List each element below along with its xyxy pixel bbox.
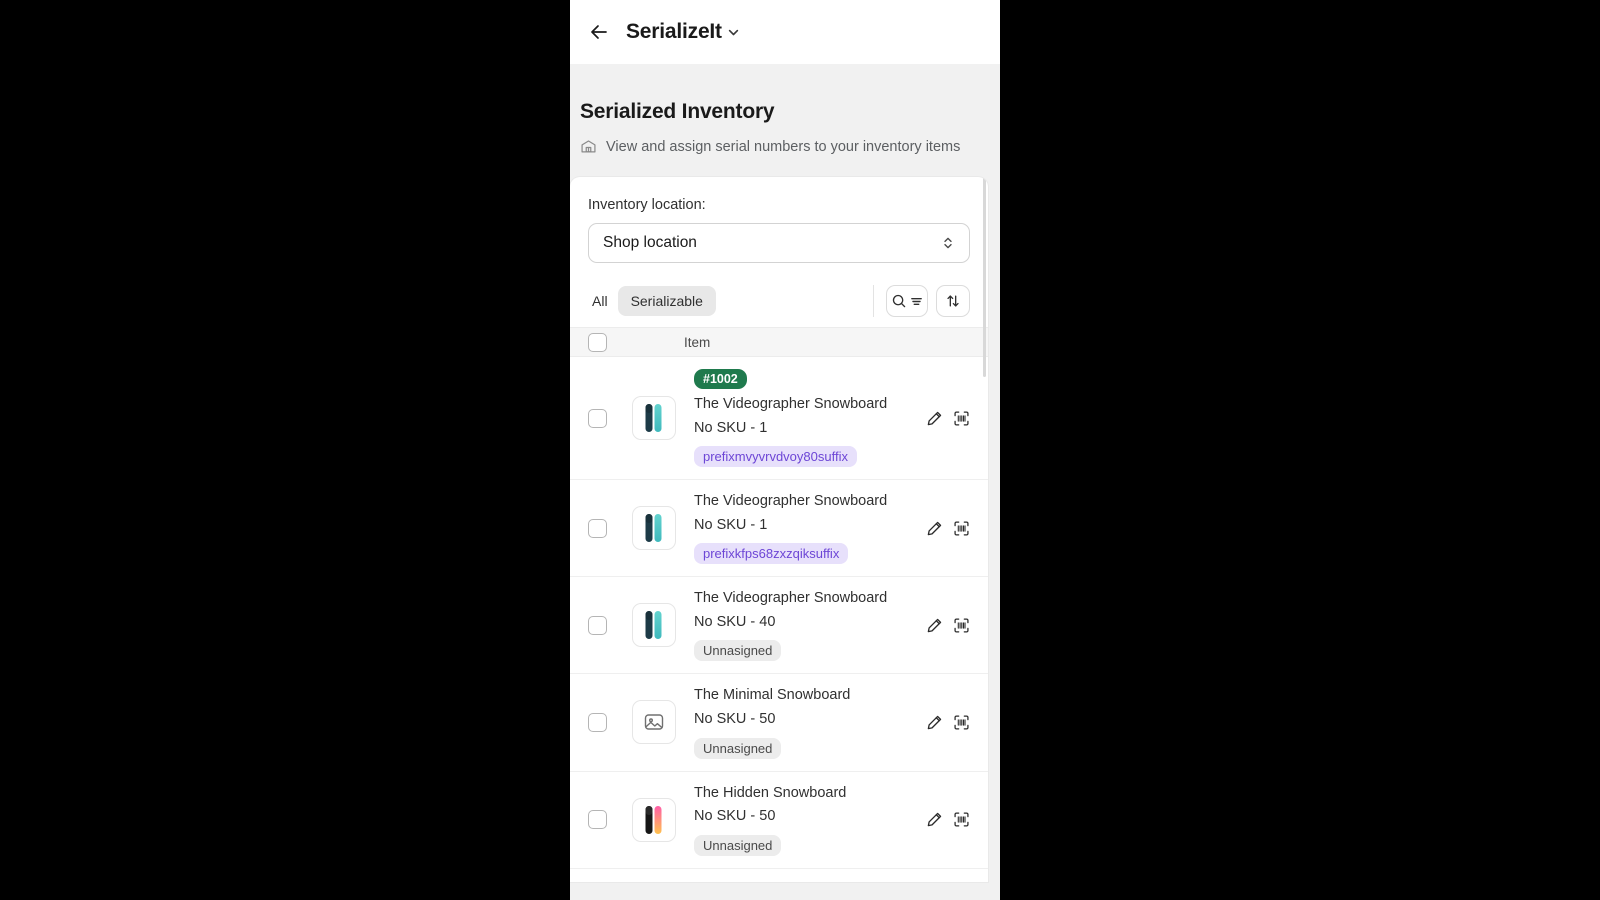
order-badge: #1002 — [694, 369, 747, 389]
list-scrollbar-track[interactable] — [982, 177, 987, 882]
item-name: The Minimal Snowboard — [694, 687, 851, 704]
barcode-scan-icon[interactable] — [952, 409, 970, 427]
item-sku: No SKU - 1 — [694, 419, 768, 436]
chevron-down-icon — [727, 26, 740, 39]
pencil-icon[interactable] — [925, 409, 943, 427]
item-sku: No SKU - 1 — [694, 516, 768, 533]
row-checkbox[interactable] — [588, 408, 607, 428]
snowboard-teal-thumbnail — [632, 603, 676, 648]
table-row[interactable]: The Minimal Snowboard No SKU - 50 Unnasign… — [570, 674, 988, 772]
list-scrollbar-thumb[interactable] — [982, 177, 986, 377]
inventory-list: #1002 The Videographer Snowboard No SKU - … — [570, 357, 988, 882]
unassigned-chip: Unnasigned — [694, 737, 782, 759]
toolbar-icon-buttons — [873, 285, 970, 317]
top-app-bar: SerializeIt — [570, 0, 1000, 64]
item-sku: No SKU - 40 — [694, 613, 776, 630]
row-actions — [925, 713, 970, 731]
page-subtitle: View and assign serial numbers to your i… — [606, 138, 961, 155]
row-content: The Videographer Snowboard No SKU - 40 Unn… — [694, 589, 915, 662]
unassigned-chip: Unnasigned — [694, 834, 782, 856]
row-content: The Minimal Snowboard No SKU - 50 Unnasign… — [694, 686, 915, 759]
barcode-scan-icon[interactable] — [952, 811, 970, 829]
location-label: Inventory location: — [588, 197, 706, 213]
sort-button[interactable] — [936, 285, 970, 317]
image-placeholder-thumbnail — [632, 700, 676, 745]
row-checkbox[interactable] — [588, 518, 607, 538]
table-row[interactable]: #1002 The Videographer Snowboard No SKU - … — [570, 357, 988, 481]
row-content: #1002 The Videographer Snowboard No SKU - … — [694, 369, 915, 468]
barcode-scan-icon[interactable] — [952, 713, 970, 731]
filter-tab-serializable[interactable]: Serializable — [617, 286, 716, 316]
row-actions — [925, 811, 970, 829]
filter-tab-all[interactable]: All — [588, 286, 612, 316]
inventory-card: Inventory location: Shop location All Se… — [570, 177, 988, 882]
pencil-icon[interactable] — [925, 616, 943, 634]
filter-toolbar: All Serializable — [588, 285, 970, 327]
location-selected-value: Shop location — [603, 234, 697, 251]
app-title-menu[interactable]: SerializeIt — [626, 20, 740, 44]
list-header-row: Item — [570, 327, 988, 357]
snowboard-rainbow-thumbnail — [632, 797, 676, 842]
barcode-scan-icon[interactable] — [952, 616, 970, 634]
item-name: The Videographer Snowboard — [694, 396, 888, 412]
app-title: SerializeIt — [626, 20, 722, 43]
barcode-scan-icon[interactable] — [952, 519, 970, 537]
warehouse-icon — [580, 138, 597, 155]
filter-tabs: All Serializable — [588, 286, 873, 316]
row-content: The Hidden Snowboard No SKU - 50 Unnasigne… — [694, 784, 915, 856]
item-name: The Videographer Snowboard — [694, 493, 888, 510]
select-updown-icon — [941, 234, 955, 252]
pencil-icon[interactable] — [925, 519, 943, 537]
row-checkbox[interactable] — [588, 810, 607, 830]
table-row[interactable]: The Videographer Snowboard No SKU - 1 pref… — [570, 480, 988, 578]
snowboard-teal-thumbnail — [632, 396, 676, 441]
screen: SerializeIt Serialized Inventory View an… — [0, 0, 1600, 900]
page-heading-band: Serialized Inventory View and assign ser… — [570, 64, 1000, 177]
serial-number-chip: prefixkfps68zxzqiksuffix — [694, 543, 849, 565]
row-actions — [925, 519, 970, 537]
search-filter-button[interactable] — [886, 285, 928, 317]
snowboard-teal-thumbnail — [632, 506, 676, 551]
row-checkbox[interactable] — [588, 712, 607, 732]
sort-arrows-icon — [947, 295, 959, 307]
select-all-checkbox[interactable] — [588, 332, 607, 352]
column-header-item: Item — [684, 334, 711, 350]
item-name: The Videographer Snowboard — [694, 590, 888, 607]
table-row[interactable]: The Videographer Snowboard No SKU - 40 Unn… — [570, 577, 988, 675]
unassigned-chip: Unnasigned — [694, 640, 782, 662]
table-row[interactable]: The Hidden Snowboard No SKU - 50 Unnasigne… — [570, 772, 988, 869]
pencil-icon[interactable] — [925, 713, 943, 731]
item-sku: No SKU - 50 — [694, 808, 776, 825]
row-checkbox[interactable] — [588, 615, 607, 635]
page-title: Serialized Inventory — [580, 100, 775, 123]
item-sku: No SKU - 50 — [694, 710, 776, 727]
serial-number-chip: prefixmvyvrvdvoy80suffix — [694, 446, 857, 468]
app-frame: SerializeIt Serialized Inventory View an… — [570, 0, 1000, 900]
inventory-location-select[interactable]: Shop location — [588, 223, 970, 263]
filter-lines-icon — [911, 297, 922, 305]
row-actions — [925, 409, 970, 427]
back-button[interactable] — [588, 21, 610, 43]
table-row[interactable]: The Draft SnowboardNo SKU - 20 — [570, 869, 988, 882]
row-content: The Videographer Snowboard No SKU - 1 pref… — [694, 492, 915, 565]
pencil-icon[interactable] — [925, 811, 943, 829]
row-actions — [925, 616, 970, 634]
search-icon — [892, 294, 906, 308]
item-name: The Hidden Snowboard — [694, 784, 847, 801]
page-subtitle-row: View and assign serial numbers to your i… — [580, 138, 982, 155]
